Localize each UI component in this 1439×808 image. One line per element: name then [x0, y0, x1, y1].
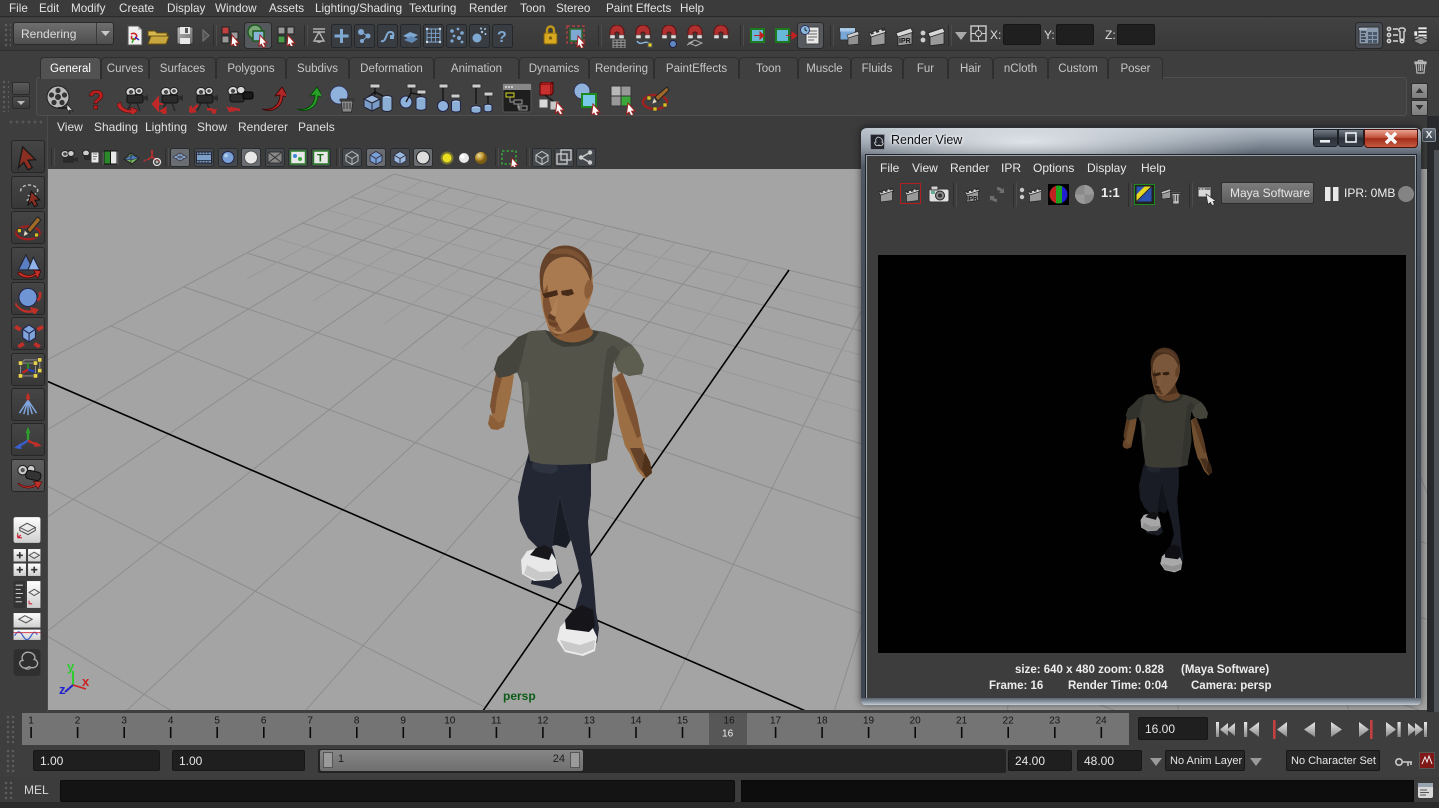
svg-text:persp: persp	[503, 689, 536, 703]
svg-text:19: 19	[863, 716, 875, 727]
svg-text:15: 15	[677, 716, 689, 727]
svg-text:?: ?	[497, 29, 507, 46]
svg-text:21: 21	[956, 716, 968, 727]
svg-text:2: 2	[75, 716, 81, 727]
svg-text:4: 4	[168, 716, 174, 727]
svg-text:20: 20	[910, 716, 922, 727]
svg-text:5: 5	[214, 716, 220, 727]
svg-text:IPR: IPR	[899, 38, 911, 45]
svg-text:18: 18	[816, 716, 828, 727]
svg-text:24: 24	[1096, 716, 1108, 727]
svg-text:1: 1	[28, 716, 34, 727]
svg-text:x: x	[82, 674, 90, 689]
svg-text:z: z	[59, 682, 66, 697]
svg-text:16: 16	[722, 729, 734, 740]
svg-text:22: 22	[1003, 716, 1015, 727]
svg-text:9: 9	[400, 716, 406, 727]
svg-text:10: 10	[444, 716, 456, 727]
svg-text:16: 16	[723, 716, 735, 727]
svg-text:12: 12	[537, 716, 549, 727]
svg-text:y: y	[67, 659, 75, 674]
svg-text:23: 23	[1049, 716, 1061, 727]
svg-text:11: 11	[491, 716, 502, 727]
svg-text:T: T	[317, 153, 324, 165]
svg-text:?: ?	[88, 85, 105, 114]
svg-text:14: 14	[630, 716, 642, 727]
svg-text:3: 3	[121, 716, 127, 727]
svg-text:6: 6	[261, 716, 267, 727]
svg-text:7: 7	[307, 716, 313, 727]
svg-text:8: 8	[354, 716, 360, 727]
svg-text:17: 17	[770, 716, 782, 727]
svg-text:IPR: IPR	[967, 196, 978, 203]
svg-text:13: 13	[584, 716, 596, 727]
